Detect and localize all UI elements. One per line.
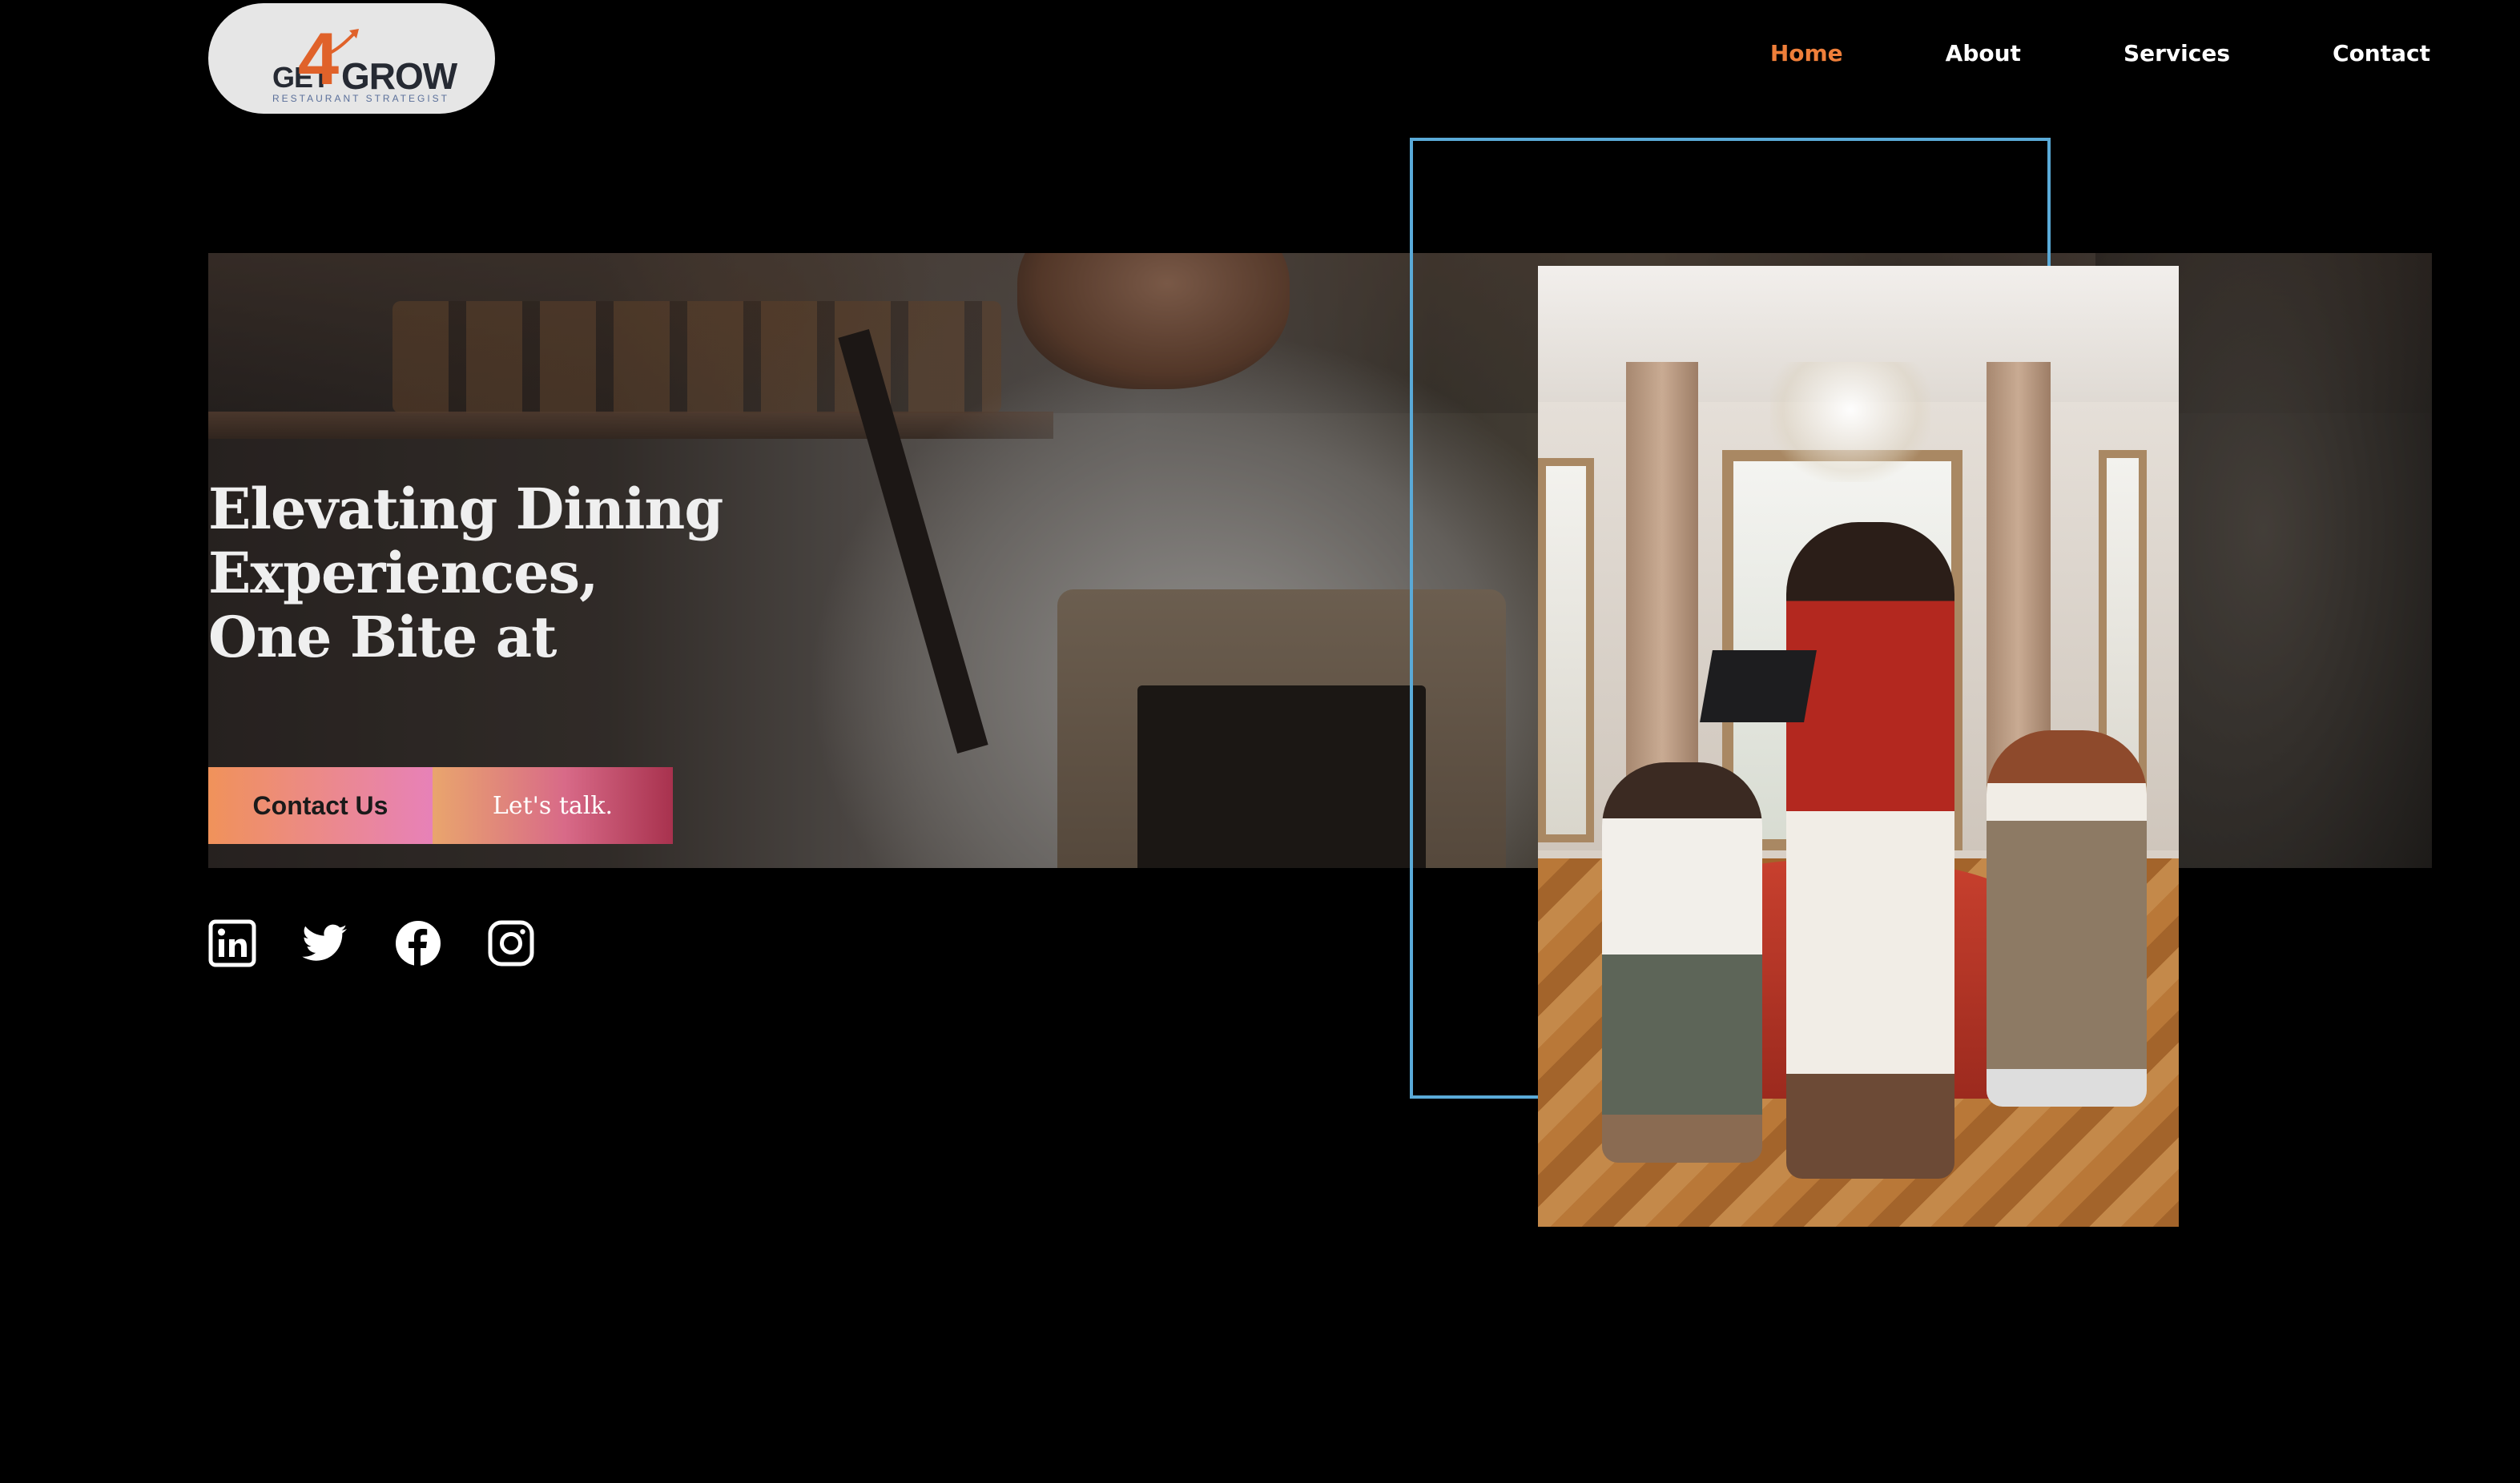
twitter-icon[interactable] (301, 919, 349, 967)
meeting-photo (1538, 266, 2179, 1227)
hero-title: Elevating Dining Experiences, One Bite a… (208, 477, 1089, 669)
lets-talk-button[interactable]: Let's talk. (433, 767, 673, 844)
social-links (208, 919, 535, 967)
hero-title-line2: One Bite at (208, 604, 557, 670)
contact-us-button[interactable]: Contact Us (208, 767, 433, 844)
nav-about[interactable]: About (1946, 40, 2021, 66)
facebook-icon[interactable] (394, 919, 442, 967)
nav-contact[interactable]: Contact (2333, 40, 2430, 66)
logo[interactable]: GET 4 GROW RESTAURANT STRATEGIST (208, 3, 495, 114)
instagram-icon[interactable] (487, 919, 535, 967)
hero-title-line1: Elevating Dining Experiences, (208, 476, 723, 606)
main-nav: Home About Services Contact (1668, 40, 2430, 66)
nav-services[interactable]: Services (2123, 40, 2230, 66)
logo-tagline: RESTAURANT STRATEGIST (272, 93, 450, 104)
linkedin-icon[interactable] (208, 919, 256, 967)
logo-grow-text: GROW (341, 55, 457, 97)
logo-arrow-icon (329, 29, 359, 54)
nav-home[interactable]: Home (1770, 40, 1843, 66)
